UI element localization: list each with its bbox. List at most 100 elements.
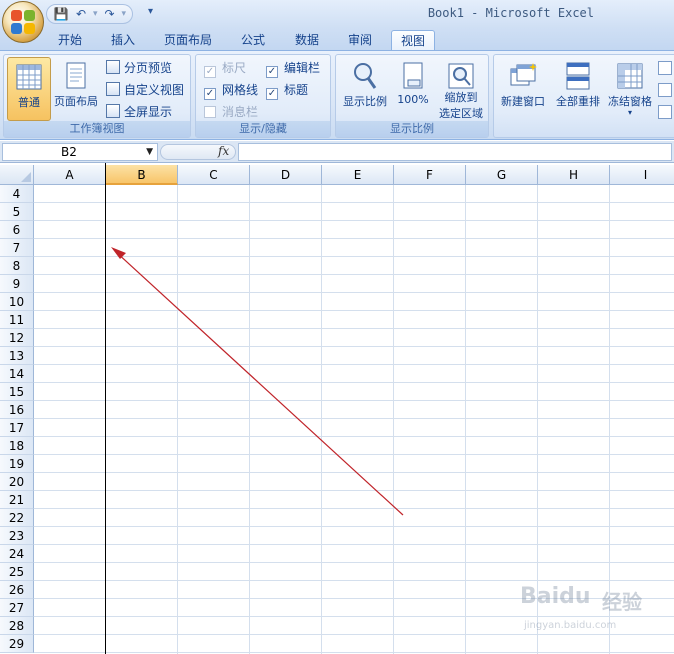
zoom-100-button[interactable]: 100% [393, 57, 433, 121]
row-header[interactable]: 20 [0, 473, 34, 491]
magnifier-icon [354, 63, 377, 89]
insert-function-icon[interactable]: fx [218, 144, 229, 158]
row-header[interactable]: 21 [0, 491, 34, 509]
zoom-button[interactable]: 显示比例 [338, 57, 392, 121]
arrange-all-label: 全部重排 [556, 95, 600, 108]
column-header-e[interactable]: E [322, 165, 394, 185]
arrange-all-button[interactable]: 全部重排 [552, 57, 604, 121]
tab-data[interactable]: 数据 [287, 30, 327, 50]
row-gridline [34, 562, 674, 563]
column-header-f[interactable]: F [394, 165, 466, 185]
tab-page-layout[interactable]: 页面布局 [158, 30, 218, 50]
row-gridline [34, 274, 674, 275]
column-header-g[interactable]: G [466, 165, 538, 185]
row-gridline [34, 346, 674, 347]
row-header[interactable]: 14 [0, 365, 34, 383]
page-layout-view-label: 页面布局 [54, 95, 98, 108]
row-gridline [34, 364, 674, 365]
row-header[interactable]: 11 [0, 311, 34, 329]
message-bar-checkbox[interactable]: 消息栏 [204, 102, 258, 122]
row-header[interactable]: 13 [0, 347, 34, 365]
row-header[interactable]: 19 [0, 455, 34, 473]
gridlines-checkbox[interactable]: ✓ 网格线 [204, 80, 258, 100]
row-header[interactable]: 8 [0, 257, 34, 275]
column-header-c[interactable]: C [178, 165, 250, 185]
tab-view[interactable]: 视图 [391, 30, 435, 50]
select-all-corner[interactable] [0, 165, 34, 185]
row-header[interactable]: 7 [0, 239, 34, 257]
ruler-check-icon: ✓ [204, 66, 216, 78]
headings-label: 标题 [284, 83, 309, 97]
name-box-dropdown-icon[interactable]: ▼ [146, 144, 153, 160]
zoom-100-label: 100% [397, 93, 429, 106]
gridlines-label: 网格线 [222, 83, 259, 97]
row-header[interactable]: 24 [0, 545, 34, 563]
zoom-to-selection-icon [448, 63, 474, 89]
tab-formulas[interactable]: 公式 [233, 30, 273, 50]
row-gridline [34, 220, 674, 221]
row-header[interactable]: 26 [0, 581, 34, 599]
split-button-icon[interactable] [658, 61, 672, 75]
watermark-url: jingyan.baidu.com [524, 620, 617, 631]
row-gridline [34, 418, 674, 419]
row-header[interactable]: 28 [0, 617, 34, 635]
unhide-button-icon[interactable] [658, 105, 672, 119]
message-bar-check-icon [204, 106, 216, 118]
group-label-workbook-views: 工作簿视图 [4, 121, 190, 137]
new-window-icon [510, 63, 537, 86]
row-gridline [34, 454, 674, 455]
zoom-100-icon [403, 62, 423, 89]
zoom-to-selection-button[interactable]: 缩放到 选定区域 [434, 57, 488, 121]
ruler-label: 标尺 [222, 61, 247, 75]
column-header-d[interactable]: D [250, 165, 322, 185]
new-window-button[interactable]: 新建窗口 [496, 57, 550, 121]
formula-input[interactable] [238, 143, 672, 161]
zoom-label: 显示比例 [343, 95, 387, 108]
column-header-h[interactable]: H [538, 165, 610, 185]
row-header[interactable]: 12 [0, 329, 34, 347]
freeze-panes-button[interactable]: 冻结窗格 ▾ [606, 57, 654, 121]
row-header[interactable]: 29 [0, 635, 34, 653]
office-button[interactable] [2, 1, 44, 43]
row-header[interactable]: 18 [0, 437, 34, 455]
zoom-to-selection-label-1: 缩放到 [444, 91, 478, 104]
row-header[interactable]: 22 [0, 509, 34, 527]
window-title: Book1 - Microsoft Excel [427, 6, 594, 20]
headings-checkbox[interactable]: ✓ 标题 [266, 80, 308, 100]
row-header[interactable]: 16 [0, 401, 34, 419]
row-gridline [34, 400, 674, 401]
row-header[interactable]: 17 [0, 419, 34, 437]
tab-insert[interactable]: 插入 [103, 30, 143, 50]
column-header-b[interactable]: B [106, 165, 178, 185]
page-break-preview-button[interactable]: 分页预览 [106, 58, 172, 78]
custom-views-label: 自定义视图 [124, 83, 185, 97]
page-layout-view-button[interactable]: 页面布局 [52, 57, 100, 121]
full-screen-button[interactable]: 全屏显示 [106, 102, 172, 122]
column-header-a[interactable]: A [34, 165, 106, 185]
tab-home[interactable]: 开始 [50, 30, 90, 50]
normal-view-button[interactable]: 普通 [7, 57, 51, 121]
row-header[interactable]: 15 [0, 383, 34, 401]
row-header[interactable]: 9 [0, 275, 34, 293]
watermark-brand-cn: 经验 [602, 590, 642, 614]
formula-bar-check-icon: ✓ [266, 66, 278, 78]
column-header-i[interactable]: I [610, 165, 674, 185]
page-break-preview-label: 分页预览 [124, 61, 173, 75]
page-break-preview-icon [106, 60, 120, 74]
hide-button-icon[interactable] [658, 83, 672, 97]
row-gridline [34, 472, 674, 473]
name-box[interactable]: B2 ▼ [2, 143, 158, 161]
formula-bar: B2 ▼ fx [0, 141, 674, 163]
row-header[interactable]: 4 [0, 185, 34, 203]
tab-review[interactable]: 审阅 [340, 30, 380, 50]
row-header[interactable]: 5 [0, 203, 34, 221]
row-header[interactable]: 23 [0, 527, 34, 545]
row-header[interactable]: 25 [0, 563, 34, 581]
row-header[interactable]: 27 [0, 599, 34, 617]
formula-bar-checkbox[interactable]: ✓ 编辑栏 [266, 58, 320, 78]
row-header[interactable]: 10 [0, 293, 34, 311]
full-screen-icon [106, 104, 120, 118]
custom-views-button[interactable]: 自定义视图 [106, 80, 184, 100]
ruler-checkbox[interactable]: ✓ 标尺 [204, 58, 246, 78]
row-header[interactable]: 6 [0, 221, 34, 239]
